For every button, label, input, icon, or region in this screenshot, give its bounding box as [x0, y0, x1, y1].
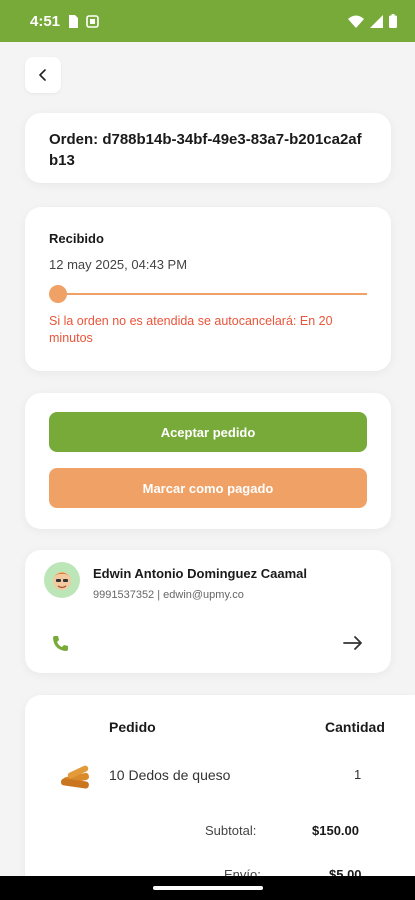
- column-header-quantity: Cantidad: [325, 719, 385, 735]
- status-progress-dot: [49, 285, 67, 303]
- cheese-sticks-image: [60, 765, 89, 789]
- status-progress-track: [49, 284, 367, 304]
- avatar: [44, 562, 80, 598]
- status-bar: 4:51: [0, 0, 415, 42]
- status-card: Recibido 12 may 2025, 04:43 PM Si la ord…: [25, 207, 391, 371]
- customer-contact: 9991537352 | edwin@upmy.co: [93, 589, 244, 601]
- navigation-bar: [0, 876, 415, 900]
- item-quantity: 1: [354, 767, 362, 782]
- status-bar-left: 4:51: [30, 13, 99, 30]
- sim-icon: [69, 14, 79, 28]
- mark-as-paid-button[interactable]: Marcar como pagado: [49, 468, 367, 508]
- status-bar-right: [348, 14, 397, 28]
- actions-card: Aceptar pedido Marcar como pagado: [25, 393, 391, 529]
- home-gesture-handle[interactable]: [153, 886, 263, 890]
- arrow-right-icon[interactable]: [342, 634, 364, 652]
- customer-card: Edwin Antonio Dominguez Caamal 999153735…: [25, 550, 391, 673]
- order-title: Orden: d788b14b-34bf-49e3-83a7-b201ca2af…: [49, 131, 362, 169]
- wifi-icon: [348, 15, 364, 28]
- back-icon: [39, 69, 46, 81]
- customer-name: Edwin Antonio Dominguez Caamal: [93, 566, 308, 581]
- screenshot-icon: [86, 14, 99, 28]
- order-items-card: Pedido Cantidad 10 Dedos de queso 1 Subt…: [25, 695, 415, 900]
- item-name: 10 Dedos de queso: [109, 767, 231, 783]
- battery-icon: [389, 14, 397, 28]
- signal-icon: [370, 14, 383, 28]
- accept-order-button[interactable]: Aceptar pedido: [49, 412, 367, 452]
- status-time: 4:51: [30, 12, 61, 30]
- status-date: 12 may 2025, 04:43 PM: [49, 257, 188, 272]
- status-title: Recibido: [49, 231, 104, 246]
- subtotal-value: $150.00: [312, 823, 359, 838]
- order-card: Orden: d788b14b-34bf-49e3-83a7-b201ca2af…: [25, 113, 391, 183]
- subtotal-label: Subtotal:: [205, 823, 257, 838]
- auto-cancel-warning: Si la orden no es atendida se autocancel…: [49, 314, 333, 345]
- back-button[interactable]: [25, 57, 61, 93]
- phone-icon[interactable]: [50, 634, 70, 654]
- avatar-face-icon: [53, 572, 71, 590]
- column-header-order: Pedido: [109, 719, 156, 735]
- status-progress-line: [53, 293, 367, 295]
